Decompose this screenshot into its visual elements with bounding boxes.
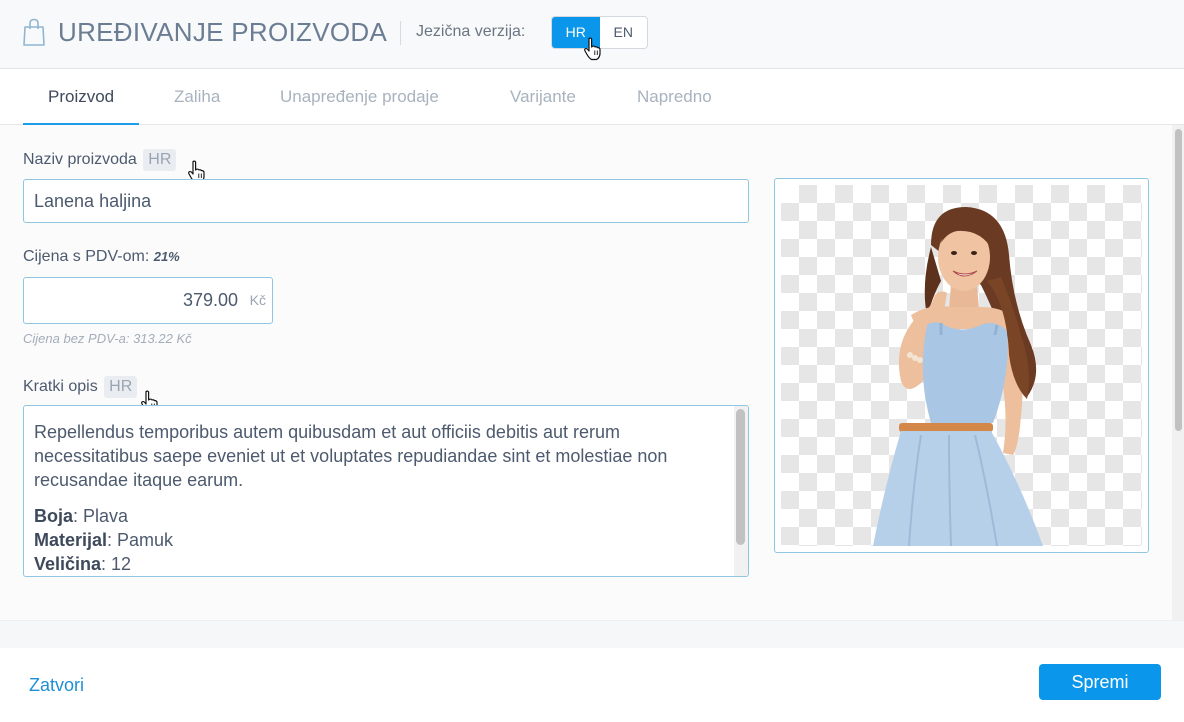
- short-description-lang-chip[interactable]: HR: [104, 376, 138, 398]
- short-description-textarea[interactable]: Repellendus temporibus autem quibusdam e…: [23, 405, 749, 577]
- attribute-name: Materijal: [34, 530, 108, 550]
- attribute-row: Veličina: 12: [34, 552, 714, 576]
- product-name-lang-chip[interactable]: HR: [143, 149, 177, 171]
- vat-rate: 21%: [153, 249, 180, 264]
- save-button[interactable]: Spremi: [1039, 664, 1161, 700]
- product-image-frame[interactable]: [774, 178, 1149, 553]
- tab-sales-promotion[interactable]: Unapređenje prodaje: [255, 69, 464, 125]
- short-description-label: Kratki opis: [23, 378, 98, 395]
- product-name-label: Naziv proizvoda: [23, 151, 137, 168]
- product-name-input[interactable]: Lanena haljina: [23, 179, 749, 223]
- price-input[interactable]: 379.00 Kč: [23, 277, 273, 324]
- attribute-name: Boja: [34, 506, 74, 526]
- price-label-row: Cijena s PDV-om: 21%: [23, 248, 180, 266]
- close-link[interactable]: Zatvori: [29, 675, 84, 696]
- tab-bar: Proizvod Zaliha Unapređenje prodaje Vari…: [0, 69, 1184, 125]
- language-label: Jezična verzija:: [416, 23, 526, 40]
- attribute-row: Materijal: Pamuk: [34, 528, 714, 552]
- dialog-header: UREĐIVANJE PROIZVODA Jezična verzija: HR…: [0, 0, 1184, 69]
- short-description-content: Repellendus temporibus autem quibusdam e…: [34, 420, 714, 576]
- tab-product[interactable]: Proizvod: [23, 69, 140, 125]
- hand-cursor-icon: [584, 37, 601, 61]
- tab-variants[interactable]: Varijante: [485, 69, 601, 125]
- page-scrollbar-thumb[interactable]: [1175, 129, 1182, 431]
- page-title: UREĐIVANJE PROIZVODA: [58, 17, 388, 47]
- transparency-background: [781, 185, 1142, 546]
- dialog-footer: Zatvori Spremi: [0, 648, 1184, 722]
- header-divider: [400, 21, 401, 45]
- attribute-row: Boja: Plava: [34, 504, 714, 528]
- attribute-name: Veličina: [34, 554, 102, 574]
- price-without-vat-hint: Cijena bez PDV-a: 313.22 Kč: [23, 331, 192, 346]
- attribute-value: : Pamuk: [107, 530, 174, 550]
- price-label: Cijena s PDV-om:: [23, 248, 150, 265]
- footer-divider: [0, 620, 1184, 648]
- tab-advanced[interactable]: Napredno: [612, 69, 737, 125]
- attribute-value: : Plava: [73, 506, 129, 526]
- product-photo: [873, 207, 1043, 546]
- product-name-label-row: Naziv proizvoda HR: [23, 149, 177, 171]
- description-paragraph: Repellendus temporibus autem quibusdam e…: [34, 422, 668, 490]
- language-option-en[interactable]: EN: [600, 17, 648, 48]
- tab-stock[interactable]: Zaliha: [149, 69, 245, 125]
- currency-unit: Kč: [249, 292, 266, 308]
- price-value: 379.00: [182, 290, 238, 310]
- short-description-label-row: Kratki opis HR: [23, 376, 138, 398]
- textarea-scrollbar-thumb[interactable]: [736, 409, 745, 545]
- attribute-value: : 12: [101, 554, 132, 574]
- shopping-bag-icon: [23, 18, 45, 46]
